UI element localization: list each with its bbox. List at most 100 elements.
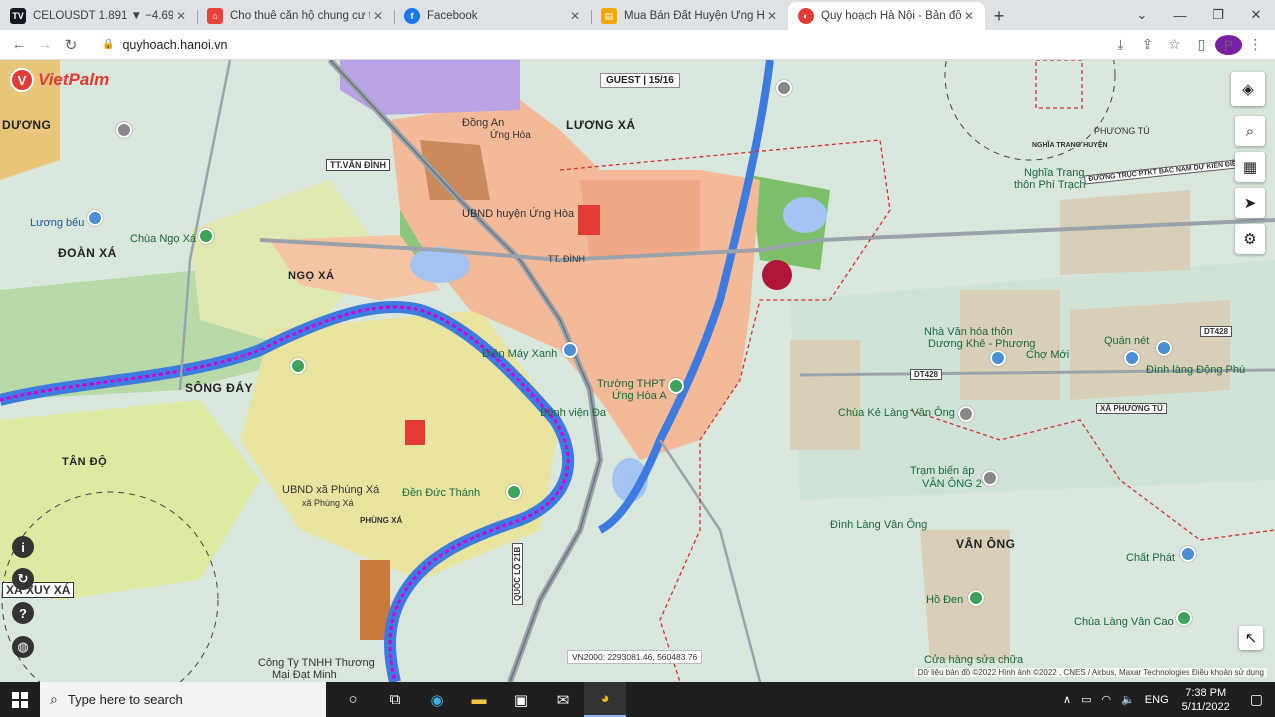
- tab-mua-ban-dat[interactable]: ▤ Mua Bán Đất Huyện Ứng Hòa Giá ✕: [591, 2, 788, 30]
- map-label: PHÙNG XÁ: [360, 516, 403, 525]
- network-icon[interactable]: ◠: [1096, 693, 1116, 706]
- minimize-icon[interactable]: —: [1161, 8, 1199, 23]
- back-arrow-icon[interactable]: ←: [6, 32, 32, 58]
- map-pin-icon[interactable]: [1180, 546, 1196, 562]
- close-icon[interactable]: ✕: [567, 9, 583, 23]
- forward-arrow-icon[interactable]: →: [32, 32, 58, 58]
- layers-icon[interactable]: ◈: [1231, 72, 1265, 106]
- side-panel-icon[interactable]: ▯: [1188, 36, 1215, 53]
- address-bar[interactable]: 🔒 quyhoach.hanoi.vn: [92, 33, 1099, 57]
- file-explorer-icon[interactable]: ▬: [458, 682, 500, 717]
- globe-icon[interactable]: ◍: [12, 636, 34, 658]
- map-label: PHƯƠNG TÚ: [1094, 126, 1150, 136]
- close-window-icon[interactable]: ✕: [1237, 7, 1275, 23]
- refresh-icon[interactable]: ↻: [12, 568, 34, 590]
- map-pin-icon[interactable]: [990, 350, 1006, 366]
- help-icon[interactable]: ?: [12, 602, 34, 624]
- map-pin-icon[interactable]: [87, 210, 103, 226]
- bookmark-star-icon[interactable]: ☆: [1161, 36, 1188, 53]
- map-label: SÔNG ĐÁY: [185, 381, 254, 395]
- map-pin-icon[interactable]: [968, 590, 984, 606]
- map-label: Trạm biến áp: [910, 465, 975, 477]
- map-canvas[interactable]: V VietPalm GUEST | 15/16 DƯƠNG Đồng An L…: [0, 60, 1275, 682]
- close-icon[interactable]: ✕: [370, 9, 386, 23]
- info-icon[interactable]: i: [12, 536, 34, 558]
- map-pin-icon[interactable]: [562, 342, 578, 358]
- chrome-icon[interactable]: ◕: [584, 682, 626, 717]
- share-icon[interactable]: ⇪: [1134, 36, 1161, 53]
- clock[interactable]: 7:38 PM 5/11/2022: [1174, 686, 1238, 714]
- map-pin-icon[interactable]: [1176, 610, 1192, 626]
- map-pin-icon[interactable]: [668, 378, 684, 394]
- task-view-icon[interactable]: ⧉: [374, 682, 416, 717]
- tab-quy-hoach[interactable]: ◐ Quy hoạch Hà Nội - Bản đồ ✕: [788, 2, 985, 30]
- url-text: quyhoach.hanoi.vn: [122, 37, 228, 52]
- selected-location-marker[interactable]: [762, 260, 792, 290]
- map-label: Bệnh viện Đa: [540, 407, 607, 419]
- locate-arrow-icon[interactable]: ➤: [1235, 188, 1265, 218]
- expand-icon[interactable]: ↖: [1239, 626, 1263, 650]
- map-label: NGỌ XÁ: [288, 270, 335, 282]
- folder-favicon-icon: ▤: [601, 8, 617, 24]
- tab-facebook[interactable]: f Facebook ✕: [394, 2, 591, 30]
- close-icon[interactable]: ✕: [961, 9, 977, 23]
- tab-title: Mua Bán Đất Huyện Ứng Hòa Giá: [624, 10, 764, 22]
- language-indicator[interactable]: ENG: [1140, 694, 1174, 706]
- search-icon: ⌕: [50, 691, 58, 707]
- yellow-rural-zone-south: [0, 400, 260, 600]
- tab-cho-thue[interactable]: ⌂ Cho thuê căn hộ chung cư tại Quận ✕: [197, 2, 394, 30]
- map-pin-icon[interactable]: [958, 406, 974, 422]
- close-icon[interactable]: ✕: [173, 9, 189, 23]
- lock-icon[interactable]: 🔒: [102, 39, 114, 50]
- tab-celousdt[interactable]: TV CELOUSDT 1.891 ▼ −4.69% Chỉ số ✕: [0, 2, 197, 30]
- map-pin-icon[interactable]: [290, 358, 306, 374]
- reload-icon[interactable]: ↻: [58, 32, 84, 58]
- windows-logo-icon: [12, 691, 28, 708]
- terms-link[interactable]: Điều khoản sử dụng: [1188, 668, 1267, 677]
- vietpalm-logo: V VietPalm: [10, 68, 109, 92]
- restore-icon[interactable]: ❐: [1199, 7, 1237, 23]
- map-label: Đồng An: [462, 117, 505, 129]
- map-pin-icon[interactable]: [116, 122, 132, 138]
- map-type-icon[interactable]: ▦: [1235, 152, 1265, 182]
- map-pin-icon[interactable]: [198, 228, 214, 244]
- search-placeholder: Type here to search: [67, 692, 183, 707]
- volume-icon[interactable]: 🔈: [1116, 693, 1140, 706]
- map-label: thôn Phí Trạch: [1014, 179, 1086, 191]
- chevron-up-icon[interactable]: ∧: [1058, 693, 1076, 706]
- map-label: Công Ty TNHH Thương: [258, 657, 375, 669]
- taskbar-search-input[interactable]: ⌕ Type here to search: [40, 682, 326, 717]
- map-label: TÂN ĐỘ: [62, 456, 108, 468]
- cortana-circle-icon[interactable]: ○: [332, 682, 374, 717]
- battery-icon[interactable]: ▭: [1076, 693, 1096, 706]
- start-button[interactable]: [0, 682, 40, 717]
- edge-icon[interactable]: ◉: [416, 682, 458, 717]
- map-label: Mại Đạt Minh: [272, 669, 337, 681]
- red-zone-2: [578, 205, 600, 235]
- map-pin-icon[interactable]: [982, 470, 998, 486]
- profile-button[interactable]: P: [1215, 34, 1242, 55]
- map-label: QUỐC LỘ 21B: [512, 542, 523, 605]
- new-tab-button[interactable]: +: [985, 2, 1013, 30]
- tab-search-chevron-icon[interactable]: ⌄: [1123, 7, 1161, 23]
- zoom-search-icon[interactable]: ⌕: [1235, 116, 1265, 146]
- map-label: Chất Phát: [1126, 552, 1175, 564]
- map-label: Ứng Hòa: [490, 130, 531, 141]
- store-icon[interactable]: ▣: [500, 682, 542, 717]
- map-pin-icon[interactable]: [776, 80, 792, 96]
- guest-badge: GUEST | 15/16: [600, 73, 680, 88]
- mail-icon[interactable]: ✉: [542, 682, 584, 717]
- map-pin-icon[interactable]: [506, 484, 522, 500]
- tab-title: Quy hoạch Hà Nội - Bản đồ: [821, 10, 961, 22]
- tab-title: Cho thuê căn hộ chung cư tại Quận: [230, 10, 370, 22]
- map-pin-icon[interactable]: [1124, 350, 1140, 366]
- map-pin-icon[interactable]: [1156, 340, 1172, 356]
- map-label: Lương bếu: [30, 217, 85, 229]
- filter-sliders-icon[interactable]: ⚙: [1235, 224, 1265, 254]
- close-icon[interactable]: ✕: [764, 9, 780, 23]
- install-icon[interactable]: ⤓: [1107, 36, 1134, 53]
- map-label: XÃ PHƯƠNG TÚ: [1096, 403, 1167, 414]
- village-zone-3: [790, 340, 860, 450]
- notification-icon[interactable]: ▢: [1238, 691, 1275, 708]
- menu-dots-icon[interactable]: ⋮: [1242, 36, 1269, 53]
